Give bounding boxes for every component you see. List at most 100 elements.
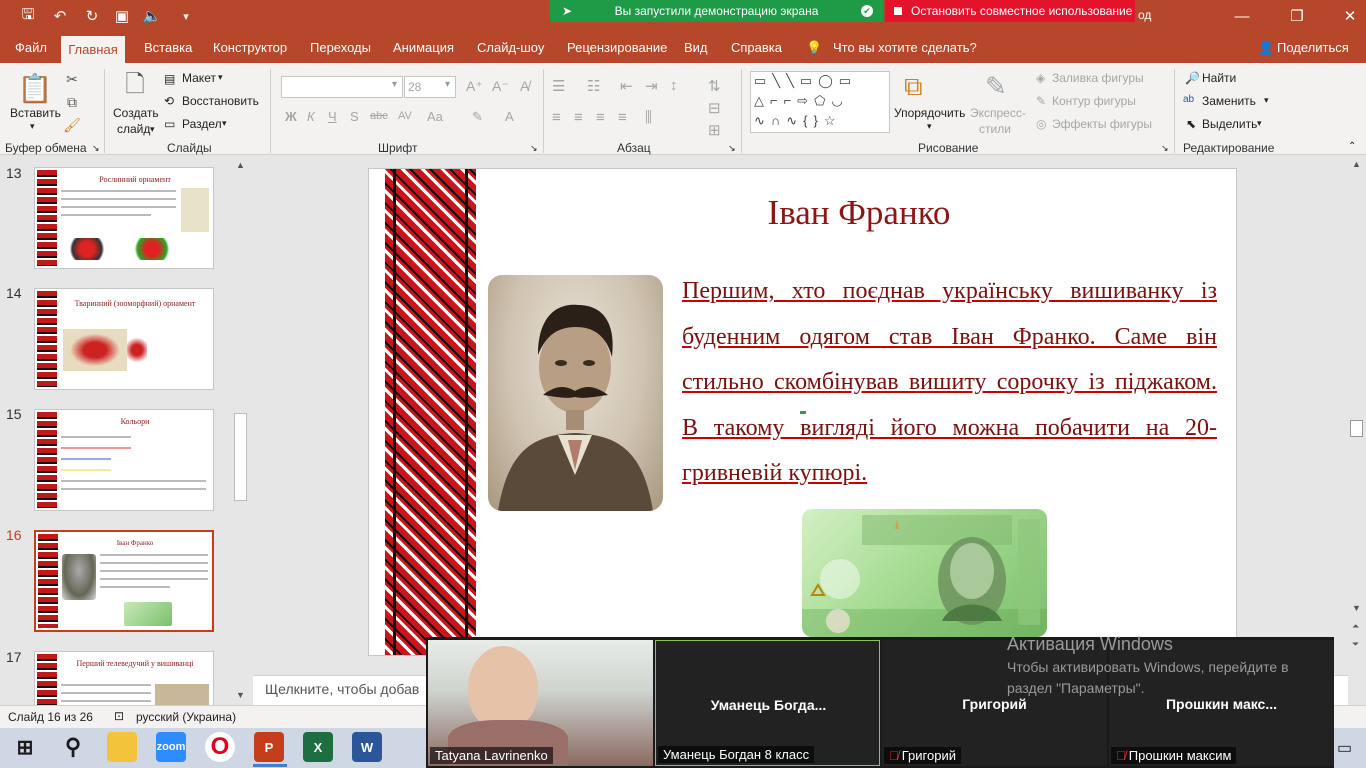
paste-button[interactable]: Вставить bbox=[10, 106, 61, 120]
language-status[interactable]: русский (Украина) bbox=[136, 710, 236, 724]
tab-design[interactable]: Конструктор bbox=[213, 40, 287, 55]
cut-icon[interactable]: ✂ bbox=[62, 69, 82, 89]
tab-help[interactable]: Справка bbox=[731, 40, 782, 55]
font-size-box[interactable]: 28 ▾ bbox=[404, 76, 456, 98]
shape-outline-button[interactable]: Контур фигуры bbox=[1052, 94, 1136, 108]
bullets-icon[interactable]: ☰ bbox=[552, 77, 565, 95]
video-tile-tatyana[interactable]: Tatyana Lavrinenko bbox=[428, 640, 653, 766]
shape-fill-button[interactable]: Заливка фигуры bbox=[1052, 71, 1144, 85]
customize-qa-icon[interactable]: ▾ bbox=[176, 6, 196, 26]
new-slide-label2[interactable]: слайд bbox=[117, 122, 150, 136]
shapes-row-2[interactable]: △⌐⌐⇨⬠◡ bbox=[754, 93, 849, 109]
layout-button[interactable]: Макет bbox=[182, 71, 216, 85]
shrink-font-icon[interactable]: A⁻ bbox=[492, 78, 509, 95]
paste-dropdown-icon[interactable]: ▾ bbox=[30, 121, 35, 132]
quick-styles-icon[interactable]: ✎ bbox=[985, 71, 1007, 102]
undo-icon[interactable]: ↶ bbox=[50, 6, 70, 26]
restore-icon[interactable]: ❐ bbox=[1283, 5, 1311, 27]
slide-thumbnail-15[interactable]: Кольори bbox=[34, 409, 214, 511]
powerpoint-icon[interactable]: P bbox=[254, 732, 284, 762]
numbering-icon[interactable]: ☷ bbox=[587, 77, 600, 95]
present-icon[interactable]: ▣ bbox=[112, 6, 132, 26]
scroll-up-icon[interactable]: ▲ bbox=[1352, 159, 1361, 169]
shapes-row-1[interactable]: ▭╲╲▭◯▭ bbox=[754, 73, 857, 89]
arrange-dropdown-icon[interactable]: ▾ bbox=[927, 121, 932, 132]
close-icon[interactable]: ✕ bbox=[1336, 5, 1364, 27]
tab-file[interactable]: Файл bbox=[15, 40, 47, 55]
strikethrough-button[interactable]: abc bbox=[370, 110, 388, 122]
italic-button[interactable]: К bbox=[307, 109, 315, 124]
line-spacing-icon[interactable]: ↕ bbox=[670, 77, 678, 94]
slide-title[interactable]: Іван Франко bbox=[679, 193, 1039, 233]
paste-icon[interactable]: 📋 bbox=[18, 69, 53, 107]
video-tile-umanets[interactable]: Уманець Богда... Уманець Богдан 8 класс bbox=[655, 640, 880, 766]
slide-thumbnail-17[interactable]: Перший телеведучий у вишиванці bbox=[34, 651, 214, 711]
copy-icon[interactable]: ⧉ bbox=[62, 92, 82, 112]
minimize-icon[interactable]: — bbox=[1228, 5, 1256, 27]
grow-font-icon[interactable]: A⁺ bbox=[466, 78, 483, 95]
word-icon[interactable]: W bbox=[352, 732, 382, 762]
paragraph-dialog-icon[interactable]: ↘ bbox=[728, 143, 736, 154]
tab-transitions[interactable]: Переходы bbox=[310, 40, 371, 55]
text-direction-icon[interactable]: ⇅ bbox=[708, 77, 721, 95]
section-dropdown-icon[interactable]: ▾ bbox=[222, 118, 227, 129]
slide-thumbnail-13[interactable]: Рослинний орнамент bbox=[34, 167, 214, 269]
smartart-icon[interactable]: ⊞ bbox=[708, 121, 721, 139]
layout-dropdown-icon[interactable]: ▾ bbox=[218, 72, 223, 83]
format-painter-icon[interactable]: 🖌 bbox=[62, 115, 82, 135]
font-dialog-icon[interactable]: ↘ bbox=[530, 143, 538, 154]
ivan-franko-portrait[interactable] bbox=[488, 275, 663, 511]
align-center-icon[interactable]: ≡ bbox=[574, 109, 583, 126]
strike-button[interactable]: S bbox=[350, 109, 359, 124]
slide-body-text[interactable]: Першим, хто поєднав українську вишиванку… bbox=[682, 269, 1217, 497]
quick-styles-label2[interactable]: стили bbox=[979, 122, 1011, 136]
drawing-dialog-icon[interactable]: ↘ bbox=[1161, 143, 1169, 154]
slide-scrollbar[interactable]: ▲ ▼ ⏶ ⏷ bbox=[1348, 155, 1366, 705]
shape-effects-button[interactable]: Эффекты фигуры bbox=[1052, 117, 1152, 131]
replace-button[interactable]: Заменить bbox=[1202, 94, 1256, 108]
justify-icon[interactable]: ≡ bbox=[618, 109, 627, 126]
scroll-thumb[interactable] bbox=[234, 413, 247, 501]
notes-placeholder[interactable]: Щелкните, чтобы добав bbox=[265, 681, 419, 697]
slide-thumbnail-16[interactable]: Іван Франко bbox=[34, 530, 214, 632]
tab-view[interactable]: Вид bbox=[684, 40, 708, 55]
replace-dropdown-icon[interactable]: ▾ bbox=[1264, 95, 1269, 106]
tell-me-search[interactable]: Что вы хотите сделать? bbox=[833, 40, 977, 55]
dialog-launcher-icon[interactable]: ↘ bbox=[92, 143, 100, 154]
tab-slideshow[interactable]: Слайд-шоу bbox=[477, 40, 544, 55]
stop-sharing-button[interactable]: Остановить совместное использование bbox=[885, 0, 1135, 22]
scroll-thumb[interactable] bbox=[1350, 420, 1363, 437]
char-spacing-button[interactable]: AV bbox=[398, 110, 412, 122]
select-dropdown-icon[interactable]: ▾ bbox=[1257, 118, 1262, 129]
find-button[interactable]: Найти bbox=[1202, 71, 1236, 85]
new-slide-icon[interactable]: 🗋 bbox=[118, 69, 152, 105]
file-explorer-icon[interactable] bbox=[107, 732, 137, 762]
arrange-icon[interactable]: ⧉ bbox=[904, 71, 923, 103]
tab-review[interactable]: Рецензирование bbox=[567, 40, 667, 55]
slide-thumbnail-14[interactable]: Тваринний (зооморфний) орнамент bbox=[34, 288, 214, 390]
align-right-icon[interactable]: ≡ bbox=[596, 109, 605, 126]
change-case-button[interactable]: Aa bbox=[427, 109, 443, 124]
notifications-icon[interactable]: ▭ bbox=[1337, 738, 1352, 758]
align-left-icon[interactable]: ≡ bbox=[552, 109, 561, 126]
collapse-ribbon-icon[interactable]: ⌃ bbox=[1348, 141, 1356, 152]
redo-icon[interactable]: ↻ bbox=[82, 6, 102, 26]
scroll-down-icon[interactable]: ▼ bbox=[1352, 603, 1361, 613]
reset-button[interactable]: Восстановить bbox=[182, 94, 259, 108]
prev-slide-icon[interactable]: ⏶ bbox=[1352, 621, 1359, 632]
spellcheck-icon[interactable]: ⊡ bbox=[114, 709, 124, 723]
shapes-gallery[interactable]: ▭╲╲▭◯▭ △⌐⌐⇨⬠◡ ∿∩∿{}☆ bbox=[750, 71, 890, 133]
select-button[interactable]: Выделить bbox=[1202, 117, 1257, 131]
opera-icon[interactable]: O bbox=[205, 732, 235, 762]
section-button[interactable]: Раздел bbox=[182, 117, 222, 131]
clear-format-icon[interactable]: A̸ bbox=[520, 78, 529, 94]
next-slide-icon[interactable]: ⏷ bbox=[1352, 639, 1359, 650]
scroll-down-icon[interactable]: ▼ bbox=[236, 690, 245, 700]
decrease-indent-icon[interactable]: ⇤ bbox=[620, 77, 633, 95]
banknote-20-hryvnia[interactable] bbox=[802, 509, 1047, 637]
increase-indent-icon[interactable]: ⇥ bbox=[645, 77, 658, 95]
quick-styles-button[interactable]: Экспресс- bbox=[970, 106, 1026, 120]
bold-button[interactable]: Ж bbox=[285, 109, 297, 124]
windows-start-icon[interactable]: ⊞ bbox=[10, 732, 40, 762]
new-slide-dropdown-icon[interactable]: ▾ bbox=[150, 124, 155, 135]
